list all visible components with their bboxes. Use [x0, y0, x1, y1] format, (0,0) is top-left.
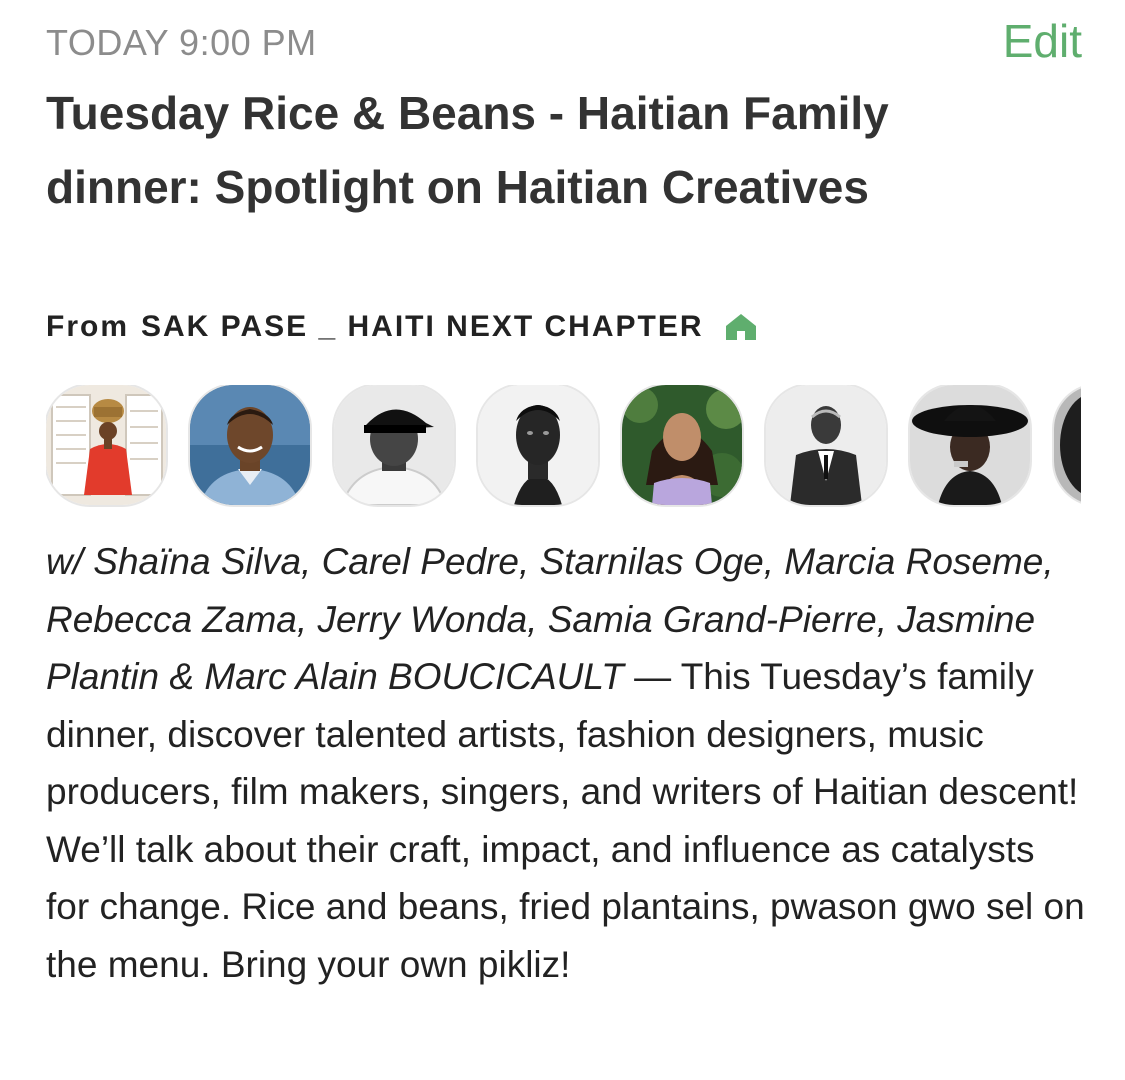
event-description: w/ Shaïna Silva, Carel Pedre, Starnilas … — [46, 533, 1086, 993]
speaker-avatar-6[interactable] — [766, 385, 886, 505]
host-club-link[interactable]: From SAK PASE _ HAITI NEXT CHAPTER — [46, 306, 758, 348]
club-name: SAK PASE _ HAITI NEXT CHAPTER — [141, 310, 704, 343]
speaker-avatar-2[interactable] — [190, 385, 310, 505]
speaker-avatar-8[interactable] — [1054, 385, 1081, 505]
speaker-avatar-7[interactable] — [910, 385, 1030, 505]
event-title: Tuesday Rice & Beans - Haitian Family di… — [46, 87, 889, 213]
house-icon — [725, 314, 756, 340]
speaker-avatar-4[interactable] — [478, 385, 598, 505]
event-header: TODAY 9:00 PM Edit — [46, 14, 1082, 72]
speaker-avatar-1[interactable] — [46, 385, 166, 505]
speaker-avatar-5[interactable] — [622, 385, 742, 505]
from-label: From — [46, 310, 129, 343]
edit-button[interactable]: Edit — [1003, 14, 1082, 68]
speaker-avatars — [46, 385, 1081, 507]
event-time: TODAY 9:00 PM — [46, 22, 317, 63]
description-text: This Tuesday’s family dinner, discover t… — [46, 656, 1085, 985]
speaker-avatar-3[interactable] — [334, 385, 454, 505]
separator: — — [623, 656, 681, 697]
